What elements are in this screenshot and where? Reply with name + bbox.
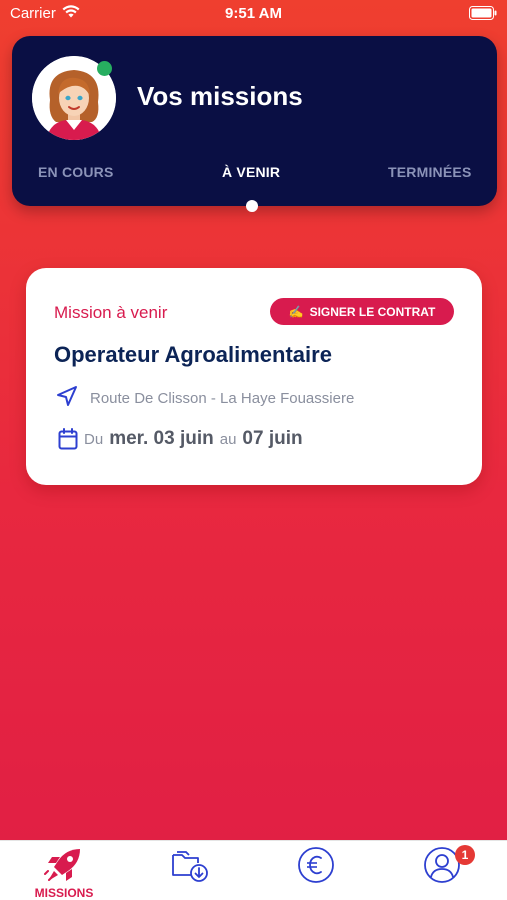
- folder-download-icon: [170, 845, 210, 885]
- status-time: 9:51 AM: [225, 5, 282, 22]
- bottom-nav: MISSIONS 1: [0, 840, 507, 900]
- nav-missions-label: MISSIONS: [34, 886, 94, 900]
- nav-documents[interactable]: [150, 845, 230, 899]
- mission-status-label: Mission à venir: [54, 303, 168, 322]
- nav-profile[interactable]: 1: [402, 845, 482, 899]
- mission-card[interactable]: Mission à venir ✍ SIGNER LE CONTRAT Oper…: [26, 268, 482, 485]
- mission-title: Operateur Agroalimentaire: [54, 342, 332, 367]
- nav-missions[interactable]: MISSIONS: [24, 845, 104, 900]
- online-status-dot: [97, 61, 112, 76]
- header-card: Vos missions EN COURS À VENIR TERMINÉES: [12, 36, 497, 206]
- sign-contract-button[interactable]: ✍ SIGNER LE CONTRAT: [270, 298, 454, 325]
- dates-row: Du mer. 03 juin au 07 juin: [58, 428, 303, 455]
- tab-en-cours[interactable]: EN COURS: [38, 164, 114, 180]
- start-date: mer. 03 juin: [109, 428, 214, 449]
- mission-address: Route De Clisson - La Haye Fouassiere: [90, 390, 355, 407]
- rocket-icon: [44, 845, 84, 885]
- sign-contract-label: SIGNER LE CONTRAT: [309, 304, 436, 319]
- calendar-icon: [58, 428, 78, 455]
- tab-terminees[interactable]: TERMINÉES: [388, 164, 471, 180]
- page-title: Vos missions: [137, 81, 303, 111]
- active-tab-indicator: [246, 200, 258, 212]
- address-row: Route De Clisson - La Haye Fouassiere: [56, 385, 354, 412]
- notification-badge: 1: [455, 845, 475, 865]
- end-date: 07 juin: [242, 428, 303, 449]
- location-arrow-icon: [56, 385, 78, 412]
- euro-icon: [296, 845, 336, 885]
- writing-hand-icon: ✍: [288, 304, 304, 319]
- dates-connector: au: [219, 431, 237, 448]
- battery-icon: [469, 6, 497, 24]
- status-bar: Carrier 9:51 AM: [0, 0, 507, 28]
- nav-payments[interactable]: [276, 845, 356, 899]
- dates-prefix: Du: [84, 431, 104, 448]
- tab-a-venir[interactable]: À VENIR: [222, 164, 280, 180]
